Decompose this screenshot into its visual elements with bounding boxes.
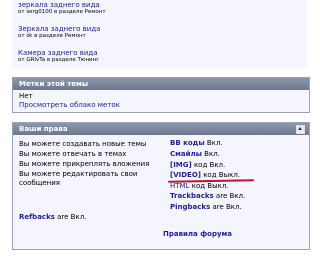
- img-code-state: код Вкл.: [191, 161, 226, 169]
- html-code-setting: HTML код Выкл.: [170, 182, 229, 191]
- collapse-icon[interactable]: [296, 125, 305, 134]
- pingbacks-state: are Вкл.: [210, 203, 242, 211]
- tags-panel: Метки этой темы Нет Просмотреть облако м…: [12, 77, 310, 113]
- thread-title-link[interactable]: зеркала заднего вида: [18, 1, 106, 9]
- img-code-link[interactable]: [IMG]: [170, 161, 192, 169]
- trackbacks-state: are Вкл.: [213, 192, 246, 200]
- tag-cloud-link[interactable]: Просмотреть облако меток: [19, 101, 120, 110]
- forum-rules-link[interactable]: Правила форума: [163, 230, 232, 239]
- video-code-state: код Выкл.: [200, 171, 241, 179]
- trackbacks-setting: Trackbacks are Вкл.: [170, 192, 245, 201]
- smilies-setting: Смайлы Вкл.: [170, 150, 220, 159]
- rights-panel-header: Ваши права: [13, 123, 309, 135]
- tags-panel-header: Метки этой темы: [13, 78, 309, 90]
- video-code-setting: [VIDEO] код Выкл.: [170, 171, 240, 180]
- html-code-link[interactable]: HTML: [170, 182, 189, 190]
- permission-text: Вы можете прикреплять вложения: [19, 160, 150, 168]
- smilies-link[interactable]: Смайлы: [170, 150, 202, 158]
- smilies-state: Вкл.: [201, 150, 220, 158]
- permission-text: Вы можете отвечать в темах: [19, 150, 127, 158]
- pingbacks-link[interactable]: Pingbacks: [170, 203, 210, 211]
- rights-panel-title: Ваши права: [19, 125, 68, 133]
- video-code-link[interactable]: [VIDEO]: [170, 171, 201, 179]
- refbacks-link[interactable]: Refbacks: [19, 213, 55, 221]
- img-code-setting: [IMG] код Вкл.: [170, 161, 225, 170]
- permission-text: Вы можете редактировать свои: [19, 170, 138, 178]
- refbacks-setting: Refbacks are Вкл.: [19, 213, 86, 222]
- bbcode-link[interactable]: BB коды: [170, 139, 205, 147]
- permission-text: сообщения: [19, 179, 60, 187]
- thread-item[interactable]: Зеркала заднего вида от sk в разделе Рем…: [18, 25, 100, 39]
- thread-meta: от serg0100 в разделе Ремонт: [18, 9, 106, 15]
- thread-title-link[interactable]: Зеркала заднего вида: [18, 25, 100, 33]
- trackbacks-link[interactable]: Trackbacks: [170, 192, 214, 200]
- tags-panel-title: Метки этой темы: [19, 80, 89, 88]
- tags-none-text: Нет: [19, 92, 33, 100]
- thread-meta: от GRIvTa в разделе Тюнинг: [18, 57, 100, 63]
- permission-text: Вы можете создавать новые темы: [19, 140, 147, 148]
- thread-title-link[interactable]: Камера заднего вида: [18, 49, 99, 57]
- thread-item[interactable]: Камера заднего вида от GRIvTa в разделе …: [18, 49, 99, 63]
- rights-panel: Ваши права Вы можете создавать новые тем…: [12, 122, 310, 250]
- bbcode-setting: BB коды Вкл.: [170, 139, 223, 148]
- html-code-state: код Выкл.: [189, 182, 229, 190]
- refbacks-state: are Вкл.: [54, 213, 87, 221]
- pingbacks-setting: Pingbacks are Вкл.: [170, 203, 242, 212]
- bbcode-state: Вкл.: [204, 139, 223, 147]
- thread-meta: от sk в разделе Ремонт: [18, 33, 86, 39]
- thread-item[interactable]: зеркала заднего вида от serg0100 в разде…: [18, 1, 106, 15]
